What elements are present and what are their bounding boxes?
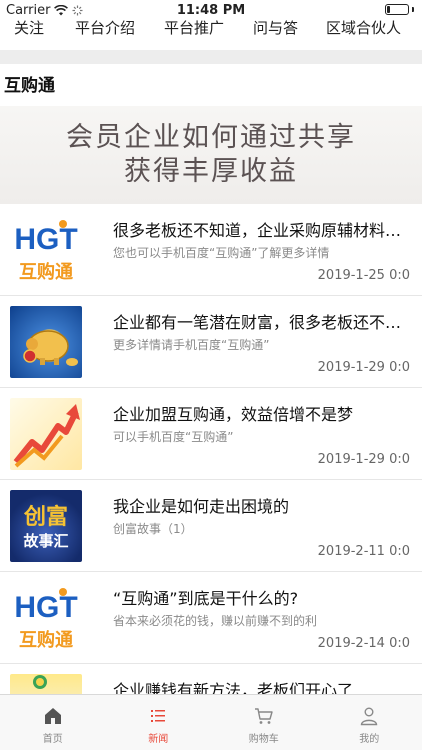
news-date: 2019-2-14 0:0 bbox=[317, 636, 410, 651]
hgt-logo-icon: HGT 互购通 bbox=[14, 220, 78, 283]
svg-text:互购通: 互购通 bbox=[19, 261, 73, 283]
tab-follow[interactable]: 关注 bbox=[14, 17, 44, 38]
news-item[interactable]: HGT 互购通 很多老板还不知道，企业采购原辅材料也可以赚钱 您也可以手机百度“… bbox=[0, 204, 422, 296]
news-date: 2019-2-11 0:0 bbox=[317, 544, 410, 559]
tab-regional-partner[interactable]: 区域合伙人 bbox=[326, 17, 401, 38]
bottom-tab-label: 首页 bbox=[42, 734, 63, 745]
battery-fill bbox=[387, 6, 390, 13]
news-title: 企业都有一笔潜在财富，很多老板还不知道 bbox=[113, 313, 403, 332]
story-poster-icon: 创富 故事汇 bbox=[23, 504, 69, 550]
piggy-bank-thumbnail bbox=[10, 306, 82, 378]
bottom-tab-cart[interactable]: 购物车 bbox=[211, 695, 317, 750]
bottom-tab-label: 我的 bbox=[359, 734, 380, 745]
svg-text:HGT: HGT bbox=[14, 223, 77, 256]
story-thumbnail: 创富 故事汇 bbox=[10, 490, 82, 562]
svg-text:HGT: HGT bbox=[14, 591, 77, 624]
news-title: 企业加盟互购通，效益倍增不是梦 bbox=[113, 405, 354, 424]
news-date: 2019-1-29 0:0 bbox=[317, 360, 410, 375]
news-subtitle: 省本来必须花的钱，赚以前赚不到的利 bbox=[113, 614, 318, 628]
news-item[interactable]: 企业都有一笔潜在财富，很多老板还不知道 更多详情请手机百度“互购通” 2019-… bbox=[0, 296, 422, 388]
battery-cap bbox=[412, 7, 414, 12]
news-subtitle: 可以手机百度“互购通” bbox=[113, 430, 234, 444]
tab-divider bbox=[0, 50, 422, 64]
news-date: 2019-1-25 0:0 bbox=[317, 268, 410, 283]
news-item[interactable]: HGT 互购通 “互购通”到底是干什么的? 省本来必须花的钱，赚以前赚不到的利 … bbox=[0, 572, 422, 664]
news-title: 我企业是如何走出困境的 bbox=[113, 497, 290, 516]
banner-line-1: 会员企业如何通过共享 bbox=[66, 122, 356, 153]
tab-platform-intro[interactable]: 平台介绍 bbox=[75, 17, 135, 38]
news-date: 2019-1-29 0:0 bbox=[317, 452, 410, 467]
user-icon bbox=[360, 707, 378, 726]
bottom-tab-label: 新闻 bbox=[148, 734, 169, 745]
bottom-tab-bar: 首页 新闻 购物车 我的 bbox=[0, 694, 422, 750]
svg-text:创富: 创富 bbox=[23, 504, 68, 530]
bottom-tab-news[interactable]: 新闻 bbox=[106, 695, 212, 750]
piggy-bank-icon bbox=[23, 330, 78, 366]
hgt-logo-icon: HGT 互购通 bbox=[14, 588, 78, 651]
news-subtitle: 创富故事（1） bbox=[113, 522, 193, 536]
news-subtitle: 您也可以手机百度“互购通”了解更多详情 bbox=[113, 246, 330, 260]
tab-platform-promo[interactable]: 平台推广 bbox=[164, 17, 224, 38]
section-title: 互购通 bbox=[4, 76, 55, 96]
cart-icon bbox=[254, 708, 273, 724]
svg-text:故事汇: 故事汇 bbox=[23, 532, 68, 550]
top-tab-bar: 关注 平台介绍 平台推广 问与答 区域合伙人 bbox=[0, 14, 422, 40]
news-list: HGT 互购通 很多老板还不知道，企业采购原辅材料也可以赚钱 您也可以手机百度“… bbox=[0, 204, 422, 750]
bottom-tab-home[interactable]: 首页 bbox=[0, 695, 106, 750]
hgt-logo-thumbnail: HGT 互购通 bbox=[10, 214, 82, 286]
news-subtitle: 更多详情请手机百度“互购通” bbox=[113, 338, 270, 352]
news-title: “互购通”到底是干什么的? bbox=[113, 589, 299, 608]
news-title: 很多老板还不知道，企业采购原辅材料也可以赚钱 bbox=[113, 221, 403, 240]
bottom-tab-me[interactable]: 我的 bbox=[317, 695, 422, 750]
hgt-logo-thumbnail: HGT 互购通 bbox=[10, 582, 82, 654]
banner-line-2: 获得丰厚收益 bbox=[124, 156, 298, 187]
svg-text:互购通: 互购通 bbox=[19, 629, 73, 651]
tab-qa[interactable]: 问与答 bbox=[253, 17, 298, 38]
news-item[interactable]: 企业加盟互购通，效益倍增不是梦 可以手机百度“互购通” 2019-1-29 0:… bbox=[0, 388, 422, 480]
news-item[interactable]: 创富 故事汇 我企业是如何走出困境的 创富故事（1） 2019-2-11 0:0 bbox=[0, 480, 422, 572]
bottom-tab-label: 购物车 bbox=[248, 734, 279, 745]
home-icon bbox=[44, 708, 61, 724]
list-icon bbox=[151, 710, 166, 722]
growth-arrow-icon bbox=[13, 404, 80, 468]
growth-arrow-thumbnail bbox=[10, 398, 82, 470]
banner[interactable]: 会员企业如何通过共享 获得丰厚收益 bbox=[0, 106, 422, 204]
